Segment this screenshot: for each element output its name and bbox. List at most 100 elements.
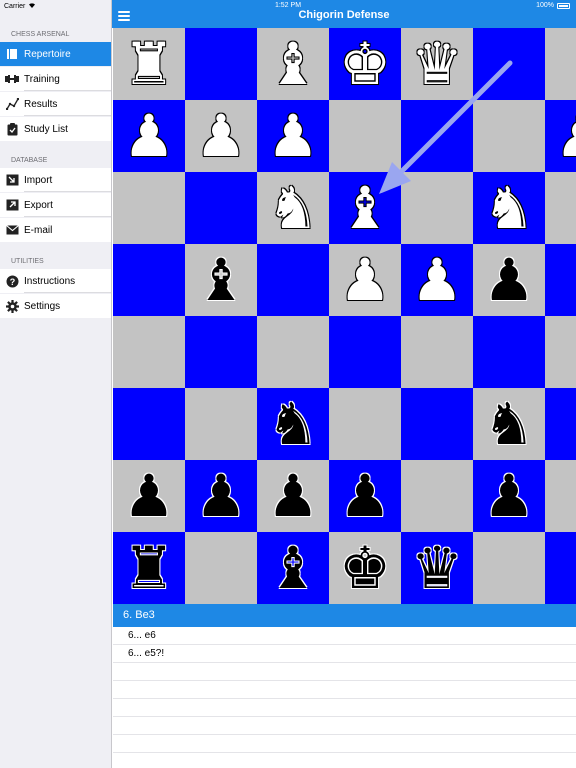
board-square[interactable]: ♟ [329, 244, 401, 316]
board-square[interactable] [545, 388, 576, 460]
board-square[interactable] [545, 460, 576, 532]
sidebar-item-training[interactable]: Training [0, 67, 111, 91]
white-pawn-icon[interactable]: ♟ [257, 100, 329, 172]
board-square[interactable]: ♚ [329, 28, 401, 100]
battery-percent: 100% [536, 2, 554, 9]
chess-board[interactable]: ♜♝♚♛♟♟♟♟♞♝♞♝♟♟♟♞♞♟♟♟♟♟♜♝♚♛ [113, 28, 576, 604]
black-pawn-icon[interactable]: ♟ [329, 460, 401, 532]
board-square[interactable] [257, 316, 329, 388]
board-square[interactable]: ♛ [401, 532, 473, 604]
board-square[interactable] [401, 316, 473, 388]
sidebar-item-export[interactable]: Export [0, 193, 111, 217]
board-square[interactable] [185, 532, 257, 604]
move-option[interactable]: 6... e5?! [113, 645, 576, 663]
board-square[interactable]: ♞ [473, 172, 545, 244]
move-option[interactable]: 6... e6 [113, 627, 576, 645]
white-queen-icon[interactable]: ♛ [401, 28, 473, 100]
sidebar-item-settings[interactable]: Settings [0, 294, 111, 318]
black-bishop-icon[interactable]: ♝ [185, 244, 257, 316]
board-square[interactable] [545, 244, 576, 316]
board-square[interactable]: ♟ [473, 460, 545, 532]
black-pawn-icon[interactable]: ♟ [257, 460, 329, 532]
board-square[interactable] [401, 100, 473, 172]
black-bishop-icon[interactable]: ♝ [257, 532, 329, 604]
board-square[interactable]: ♞ [257, 172, 329, 244]
white-king-icon[interactable]: ♚ [329, 28, 401, 100]
board-square[interactable]: ♟ [257, 100, 329, 172]
board-square[interactable]: ♝ [329, 172, 401, 244]
board-square[interactable]: ♟ [185, 460, 257, 532]
board-square[interactable] [185, 172, 257, 244]
board-square[interactable]: ♟ [113, 100, 185, 172]
sidebar-item-study-list[interactable]: Study List [0, 117, 111, 141]
board-square[interactable] [113, 172, 185, 244]
board-square[interactable] [257, 244, 329, 316]
board-square[interactable] [185, 28, 257, 100]
white-pawn-icon[interactable]: ♟ [329, 244, 401, 316]
sidebar-item-instructions[interactable]: ? Instructions [0, 269, 111, 293]
black-knight-icon[interactable]: ♞ [473, 388, 545, 460]
section-header-label: UTILITIES [11, 258, 44, 265]
board-square[interactable]: ♜ [113, 28, 185, 100]
white-pawn-icon[interactable]: ♟ [401, 244, 473, 316]
board-square[interactable]: ♚ [329, 532, 401, 604]
board-square[interactable] [473, 532, 545, 604]
board-square[interactable]: ♟ [113, 460, 185, 532]
svg-text:?: ? [9, 277, 15, 287]
board-square[interactable] [545, 316, 576, 388]
board-square[interactable] [401, 388, 473, 460]
board-square[interactable]: ♝ [257, 28, 329, 100]
board-square[interactable] [545, 532, 576, 604]
black-pawn-icon[interactable]: ♟ [185, 460, 257, 532]
white-pawn-icon[interactable]: ♟ [185, 100, 257, 172]
black-pawn-icon[interactable]: ♟ [473, 460, 545, 532]
board-square[interactable]: ♟ [329, 460, 401, 532]
black-knight-icon[interactable]: ♞ [257, 388, 329, 460]
board-square[interactable] [473, 28, 545, 100]
board-square[interactable]: ♞ [473, 388, 545, 460]
board-square[interactable]: ♝ [185, 244, 257, 316]
white-knight-icon[interactable]: ♞ [257, 172, 329, 244]
board-square[interactable] [473, 316, 545, 388]
clipboard-icon [5, 122, 19, 136]
black-pawn-icon[interactable]: ♟ [473, 244, 545, 316]
board-square[interactable] [473, 100, 545, 172]
sidebar-item-import[interactable]: Import [0, 168, 111, 192]
board-square[interactable] [401, 460, 473, 532]
board-square[interactable]: ♟ [545, 100, 576, 172]
board-square[interactable] [113, 388, 185, 460]
current-move[interactable]: 6. Be3 [113, 604, 576, 627]
black-king-icon[interactable]: ♚ [329, 532, 401, 604]
board-square[interactable] [185, 316, 257, 388]
sidebar-item-repertoire[interactable]: Repertoire [0, 42, 111, 66]
board-square[interactable] [329, 100, 401, 172]
board-square[interactable] [113, 244, 185, 316]
board-square[interactable]: ♟ [401, 244, 473, 316]
white-pawn-icon[interactable]: ♟ [113, 100, 185, 172]
white-rook-icon[interactable]: ♜ [113, 28, 185, 100]
white-knight-icon[interactable]: ♞ [473, 172, 545, 244]
section-header-chess-arsenal: CHESS ARSENAL [0, 28, 111, 41]
board-square[interactable]: ♝ [257, 532, 329, 604]
black-rook-icon[interactable]: ♜ [113, 532, 185, 604]
white-bishop-icon[interactable]: ♝ [257, 28, 329, 100]
board-square[interactable]: ♟ [473, 244, 545, 316]
board-square[interactable] [113, 316, 185, 388]
board-square[interactable] [185, 388, 257, 460]
board-square[interactable] [329, 388, 401, 460]
white-pawn-icon[interactable]: ♟ [545, 100, 576, 172]
board-square[interactable]: ♜ [113, 532, 185, 604]
board-square[interactable] [401, 172, 473, 244]
sidebar-item-email[interactable]: E-mail [0, 218, 111, 242]
board-square[interactable]: ♟ [257, 460, 329, 532]
board-square[interactable]: ♟ [185, 100, 257, 172]
black-pawn-icon[interactable]: ♟ [113, 460, 185, 532]
board-square[interactable]: ♞ [257, 388, 329, 460]
board-square[interactable]: ♛ [401, 28, 473, 100]
black-queen-icon[interactable]: ♛ [401, 532, 473, 604]
board-square[interactable] [545, 28, 576, 100]
board-square[interactable] [329, 316, 401, 388]
white-bishop-icon[interactable]: ♝ [329, 172, 401, 244]
board-square[interactable] [545, 172, 576, 244]
sidebar-item-results[interactable]: Results [0, 92, 111, 116]
